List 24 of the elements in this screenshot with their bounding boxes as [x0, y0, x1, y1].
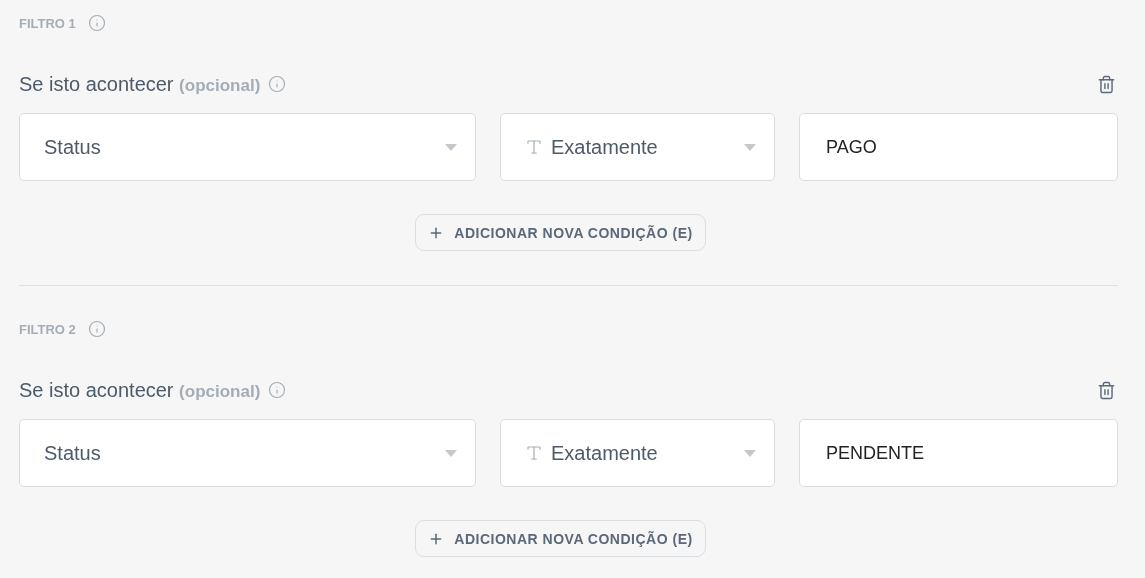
filter-label: FILTRO 1	[19, 15, 76, 31]
caret-icon	[445, 143, 457, 151]
value-input[interactable]: PENDENTE	[799, 419, 1118, 487]
info-icon[interactable]	[87, 320, 106, 338]
operator-dropdown[interactable]: Exatamente	[500, 113, 775, 181]
caret-icon	[744, 449, 756, 457]
operator-dropdown[interactable]: Exatamente	[500, 419, 775, 487]
field-dropdown[interactable]: Status	[19, 113, 476, 181]
condition-heading: Se isto acontecer (opcional)	[19, 378, 261, 402]
delete-icon[interactable]	[1097, 74, 1116, 94]
delete-icon[interactable]	[1097, 380, 1116, 400]
field-dropdown[interactable]: Status	[19, 419, 476, 487]
value-input[interactable]: PAGO	[799, 113, 1118, 181]
add-condition-button[interactable]: ADICIONAR NOVA CONDIÇÃO (E)	[415, 520, 706, 557]
caret-icon	[445, 449, 457, 457]
info-icon[interactable]	[268, 381, 287, 399]
info-icon[interactable]	[268, 75, 287, 93]
caret-icon	[744, 143, 756, 151]
filter-label: FILTRO 2	[19, 321, 76, 337]
add-condition-button[interactable]: ADICIONAR NOVA CONDIÇÃO (E)	[415, 214, 706, 251]
text-type-icon	[525, 138, 543, 156]
text-type-icon	[525, 444, 543, 462]
condition-heading: Se isto acontecer (opcional)	[19, 72, 261, 96]
info-icon[interactable]	[87, 14, 106, 32]
